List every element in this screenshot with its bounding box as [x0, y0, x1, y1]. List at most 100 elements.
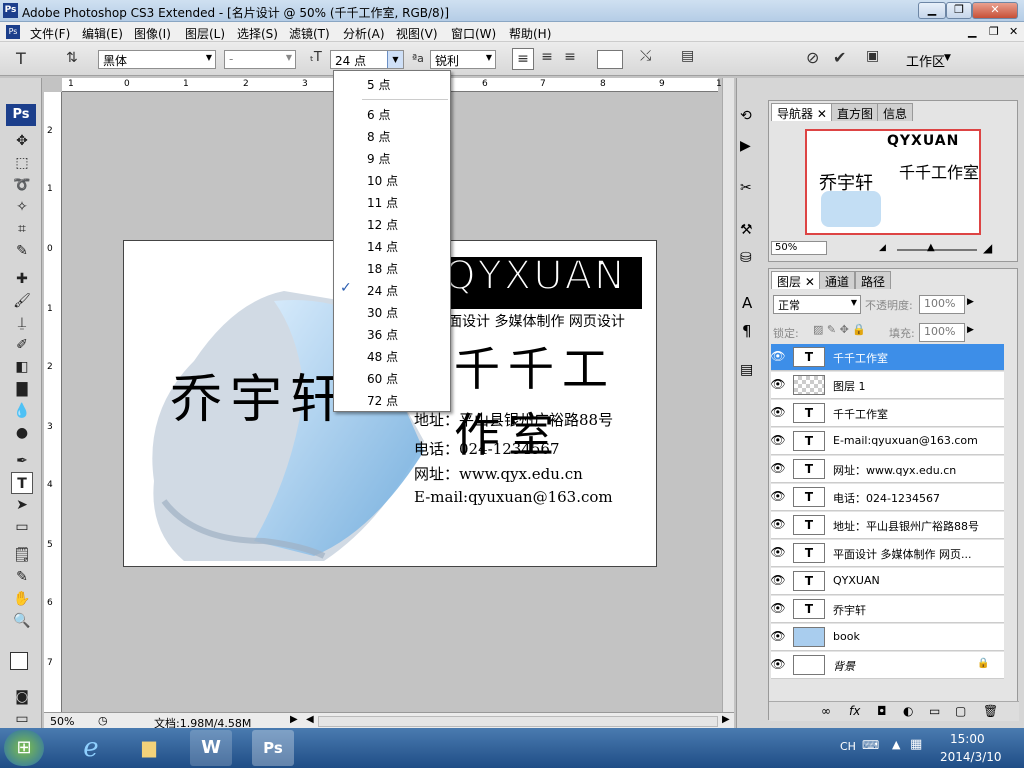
brush-tool-icon[interactable]: 🖌: [11, 290, 33, 312]
eye-icon[interactable]: 👁: [769, 517, 787, 531]
path-select-icon[interactable]: ➤: [11, 494, 33, 516]
size-option[interactable]: 30 点: [367, 304, 398, 321]
tab-info[interactable]: 信息: [877, 103, 914, 121]
chevron-down-icon[interactable]: ▼: [387, 51, 403, 68]
hand-tool-icon[interactable]: ✋: [11, 588, 33, 610]
doc-icon[interactable]: Ps: [6, 25, 20, 39]
layer-row[interactable]: 👁 T 乔宇轩: [769, 596, 1004, 623]
size-option[interactable]: 72 点: [367, 392, 398, 409]
layer-row[interactable]: 👁 T E-mail:qyuxuan@163.com: [769, 428, 1004, 455]
eye-icon[interactable]: 👁: [769, 545, 787, 559]
eye-icon[interactable]: 👁: [769, 601, 787, 615]
font-style-select[interactable]: -: [224, 50, 296, 69]
type-tool-icon[interactable]: T: [11, 472, 33, 494]
antialias-select[interactable]: 锐利: [430, 50, 496, 69]
menu-layer[interactable]: 图层(L): [185, 25, 225, 42]
explorer-icon[interactable]: ▆: [128, 730, 170, 766]
eye-icon[interactable]: 👁: [769, 657, 787, 671]
layer-row[interactable]: 👁 图层 1: [770, 372, 1004, 399]
size-option[interactable]: 36 点: [367, 326, 398, 343]
move-tool-icon[interactable]: ✥: [11, 130, 33, 152]
folder-icon[interactable]: ▭: [929, 704, 940, 718]
eye-icon[interactable]: 👁: [769, 629, 787, 643]
layer-row[interactable]: 👁 T 地址：平山县银州广裕路88号: [769, 512, 1004, 539]
zoom-tool-icon[interactable]: 🔍: [11, 610, 33, 632]
notes-tool-icon[interactable]: 🗒: [11, 544, 33, 566]
text-color-swatch[interactable]: [597, 50, 623, 69]
language-indicator[interactable]: CH: [840, 740, 856, 753]
navigator-zoom-field[interactable]: 50%: [771, 241, 827, 255]
text-orientation-icon[interactable]: ⇅: [66, 50, 78, 66]
size-option[interactable]: 8 点: [367, 128, 390, 145]
align-center-icon[interactable]: ≡: [537, 49, 557, 65]
zoom-slider[interactable]: [897, 249, 977, 251]
doc-close-button[interactable]: ✕: [1009, 25, 1018, 38]
start-button[interactable]: ⊞: [4, 730, 44, 766]
size-option-selected[interactable]: 24 点: [367, 282, 398, 299]
eye-icon[interactable]: 👁: [769, 433, 787, 447]
keyboard-icon[interactable]: ⌨: [862, 738, 879, 752]
clock-time[interactable]: 15:00: [950, 732, 985, 746]
close-button[interactable]: ✕: [972, 2, 1018, 19]
photoshop-taskbar-icon[interactable]: Ps: [252, 730, 294, 766]
layer-row[interactable]: 👁 背景 🔒: [769, 652, 1004, 679]
menu-select[interactable]: 选择(S): [237, 25, 278, 42]
layer-row[interactable]: 👁 T 网址：www.qyx.edu.cn: [769, 456, 1004, 483]
eye-icon[interactable]: 👁: [769, 461, 787, 475]
tab-navigator[interactable]: 导航器 ✕: [771, 103, 833, 121]
new-layer-icon[interactable]: ▢: [955, 704, 966, 718]
scroll-right-icon[interactable]: ▶: [722, 714, 730, 725]
layer-row[interactable]: 👁 T 电话：024-1234567: [769, 484, 1004, 511]
align-right-icon[interactable]: ≡: [560, 49, 580, 65]
crop-tool-icon[interactable]: ⌗: [11, 218, 33, 240]
size-option[interactable]: 14 点: [367, 238, 398, 255]
status-info-icon[interactable]: ◷: [98, 714, 108, 727]
menu-image[interactable]: 图像(I): [134, 25, 171, 42]
menu-filter[interactable]: 滤镜(T): [289, 25, 330, 42]
clock-date[interactable]: 2014/3/10: [940, 750, 1002, 764]
workspace-button[interactable]: 工作区: [906, 51, 945, 70]
eye-icon[interactable]: 👁: [769, 405, 787, 419]
tab-channels[interactable]: 通道: [819, 271, 856, 289]
tray-expand-icon[interactable]: ▲: [892, 738, 900, 751]
eyedropper-icon[interactable]: ✎: [11, 566, 33, 588]
mask-icon[interactable]: ◘: [877, 704, 887, 718]
maximize-button[interactable]: ❐: [946, 2, 972, 19]
menu-view[interactable]: 视图(V): [396, 25, 438, 42]
align-left-icon[interactable]: ≡: [512, 48, 534, 70]
minimize-button[interactable]: ▁: [918, 2, 946, 19]
brushes-icon[interactable]: ⚒: [740, 222, 753, 238]
warp-text-icon[interactable]: ⤯: [640, 48, 651, 64]
doc-restore-button[interactable]: ❐: [989, 25, 999, 38]
opacity-field[interactable]: 100%: [919, 295, 965, 314]
layer-row[interactable]: 👁 T 千千工作室: [769, 344, 1004, 371]
layer-comps-icon[interactable]: ▤: [740, 362, 753, 378]
size-option[interactable]: 60 点: [367, 370, 398, 387]
eye-icon[interactable]: 👁: [769, 349, 787, 363]
quick-mask-icon[interactable]: ◙: [11, 686, 33, 708]
stamp-tool-icon[interactable]: ⍊: [11, 312, 33, 334]
size-option[interactable]: 6 点: [367, 106, 390, 123]
character-panel-icon[interactable]: ▤: [681, 48, 694, 64]
screen-mode-icon[interactable]: ▭: [11, 708, 33, 730]
marquee-tool-icon[interactable]: ⬚: [11, 152, 33, 174]
size-option[interactable]: 10 点: [367, 172, 398, 189]
eye-icon[interactable]: 👁: [769, 489, 787, 503]
slice-tool-icon[interactable]: ✎: [11, 240, 33, 262]
trash-icon[interactable]: 🗑: [983, 704, 998, 718]
healing-brush-icon[interactable]: ✚: [11, 268, 33, 290]
character-icon[interactable]: A: [742, 294, 752, 312]
fill-arrow-icon[interactable]: ▶: [967, 325, 974, 335]
eye-icon[interactable]: 👁: [769, 573, 787, 587]
gradient-tool-icon[interactable]: ▇: [11, 378, 33, 400]
zoom-out-icon[interactable]: ◢: [879, 243, 886, 253]
size-option[interactable]: 12 点: [367, 216, 398, 233]
size-option[interactable]: 11 点: [367, 194, 398, 211]
text-tool-icon[interactable]: T: [16, 49, 26, 68]
zoom-in-icon[interactable]: ◢: [983, 241, 992, 255]
menu-window[interactable]: 窗口(W): [451, 25, 496, 42]
lasso-tool-icon[interactable]: ➰: [11, 174, 33, 196]
adjustment-icon[interactable]: ◐: [903, 704, 913, 718]
ie-icon[interactable]: e: [70, 730, 112, 766]
layer-row[interactable]: 👁 book: [769, 624, 1004, 651]
